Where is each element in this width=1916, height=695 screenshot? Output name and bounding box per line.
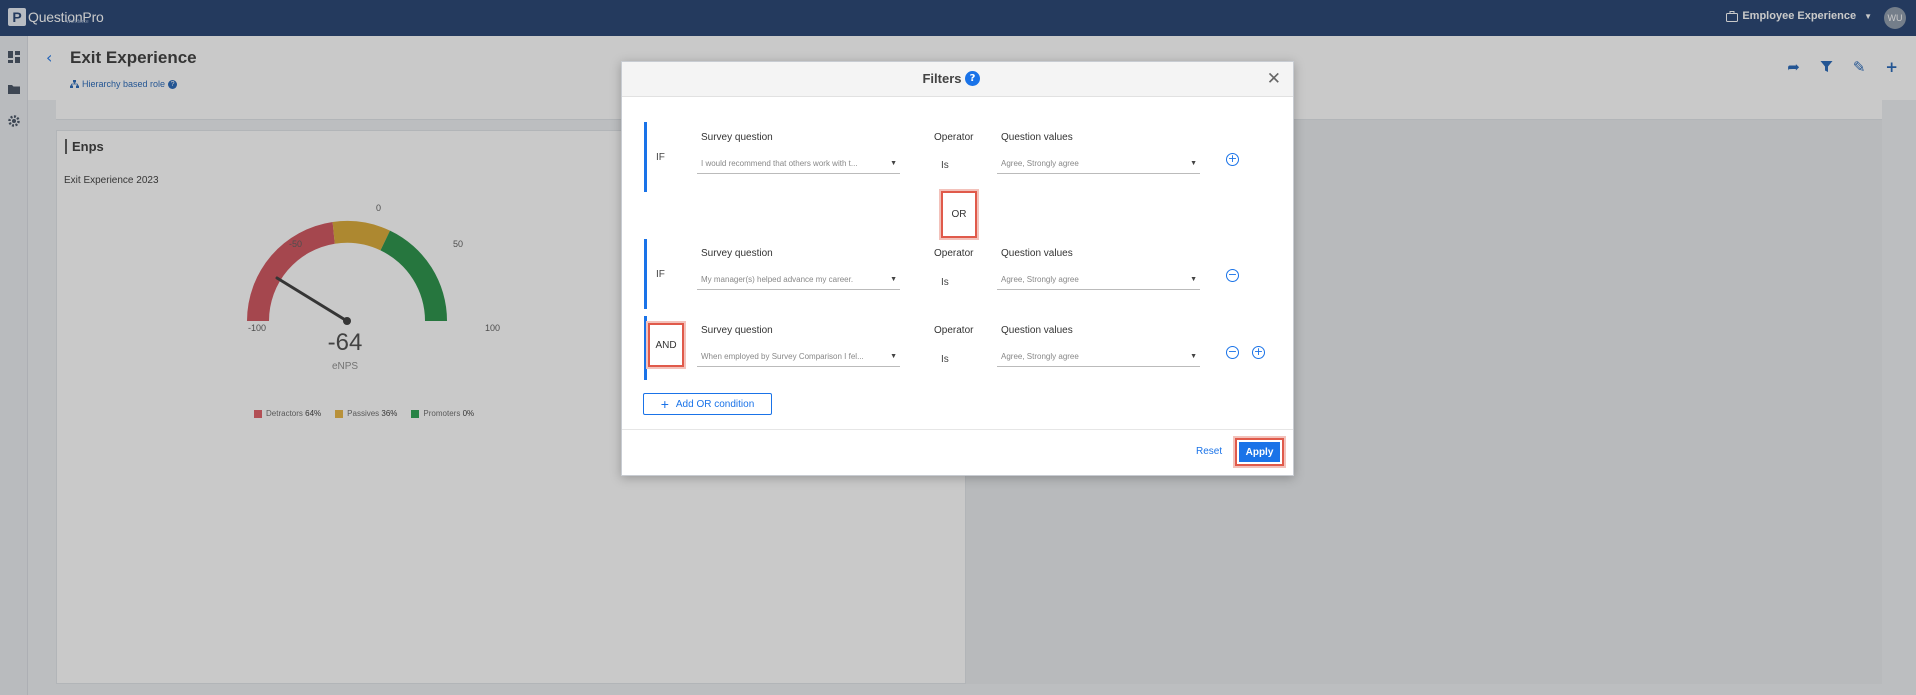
condition-prefix: IF bbox=[656, 269, 665, 280]
condition-bar bbox=[644, 122, 647, 192]
question-values-label: Question values bbox=[1001, 248, 1073, 259]
survey-question-label: Survey question bbox=[701, 132, 773, 143]
survey-question-value: When employed by Survey Comparison I fel… bbox=[701, 352, 864, 361]
condition-prefix: AND bbox=[655, 339, 677, 351]
chevron-down-icon: ▼ bbox=[1190, 160, 1197, 167]
or-label: OR bbox=[951, 209, 967, 220]
question-values-value: Agree, Strongly agree bbox=[1001, 275, 1079, 284]
apply-highlight: Apply bbox=[1235, 438, 1284, 466]
condition-bar bbox=[644, 316, 647, 380]
survey-question-select[interactable]: When employed by Survey Comparison I fel… bbox=[697, 349, 900, 367]
filter-condition-3: AND Survey question When employed by Sur… bbox=[644, 316, 1265, 380]
modal-title: Filters bbox=[922, 71, 962, 86]
survey-question-select[interactable]: My manager(s) helped advance my career. … bbox=[697, 272, 900, 290]
remove-condition-icon[interactable]: − bbox=[1226, 346, 1239, 359]
and-connector[interactable]: AND bbox=[648, 323, 684, 367]
close-icon[interactable]: ✕ bbox=[1267, 69, 1281, 89]
question-values-label: Question values bbox=[1001, 325, 1073, 336]
operator-value[interactable]: Is bbox=[941, 354, 949, 365]
help-icon[interactable]: ? bbox=[965, 71, 980, 86]
operator-label: Operator bbox=[934, 325, 974, 336]
modal-header: Filters ? ✕ bbox=[622, 62, 1293, 97]
or-connector[interactable]: OR bbox=[941, 191, 977, 238]
question-values-select[interactable]: Agree, Strongly agree ▼ bbox=[997, 349, 1200, 367]
chevron-down-icon: ▼ bbox=[890, 353, 897, 360]
survey-question-label: Survey question bbox=[701, 325, 773, 336]
apply-button[interactable]: Apply bbox=[1239, 442, 1280, 462]
survey-question-value: I would recommend that others work with … bbox=[701, 159, 858, 168]
question-values-select[interactable]: Agree, Strongly agree ▼ bbox=[997, 156, 1200, 174]
survey-question-value: My manager(s) helped advance my career. bbox=[701, 275, 854, 284]
question-values-value: Agree, Strongly agree bbox=[1001, 159, 1079, 168]
chevron-down-icon: ▼ bbox=[890, 160, 897, 167]
question-values-value: Agree, Strongly agree bbox=[1001, 352, 1079, 361]
modal-footer-divider bbox=[622, 429, 1293, 430]
condition-bar bbox=[644, 239, 647, 309]
add-condition-icon[interactable]: + bbox=[1252, 346, 1265, 359]
question-values-label: Question values bbox=[1001, 132, 1073, 143]
add-or-condition-button[interactable]: + Add OR condition bbox=[643, 393, 772, 415]
chevron-down-icon: ▼ bbox=[890, 276, 897, 283]
plus-icon: + bbox=[660, 396, 669, 412]
chevron-down-icon: ▼ bbox=[1190, 276, 1197, 283]
operator-value[interactable]: Is bbox=[941, 277, 949, 288]
survey-question-select[interactable]: I would recommend that others work with … bbox=[697, 156, 900, 174]
filters-modal: Filters ? ✕ IF Survey question I would r… bbox=[621, 61, 1294, 476]
filter-condition-1: IF Survey question I would recommend tha… bbox=[644, 122, 1264, 192]
condition-prefix: IF bbox=[656, 152, 665, 163]
survey-question-label: Survey question bbox=[701, 248, 773, 259]
add-or-label: Add OR condition bbox=[675, 398, 755, 410]
filter-condition-2: IF Survey question My manager(s) helped … bbox=[644, 239, 1264, 309]
remove-condition-icon[interactable]: − bbox=[1226, 269, 1239, 282]
operator-label: Operator bbox=[934, 248, 974, 259]
question-values-select[interactable]: Agree, Strongly agree ▼ bbox=[997, 272, 1200, 290]
chevron-down-icon: ▼ bbox=[1190, 353, 1197, 360]
operator-value[interactable]: Is bbox=[941, 160, 949, 171]
add-condition-icon[interactable]: + bbox=[1226, 153, 1239, 166]
operator-label: Operator bbox=[934, 132, 974, 143]
reset-button[interactable]: Reset bbox=[1196, 446, 1222, 457]
